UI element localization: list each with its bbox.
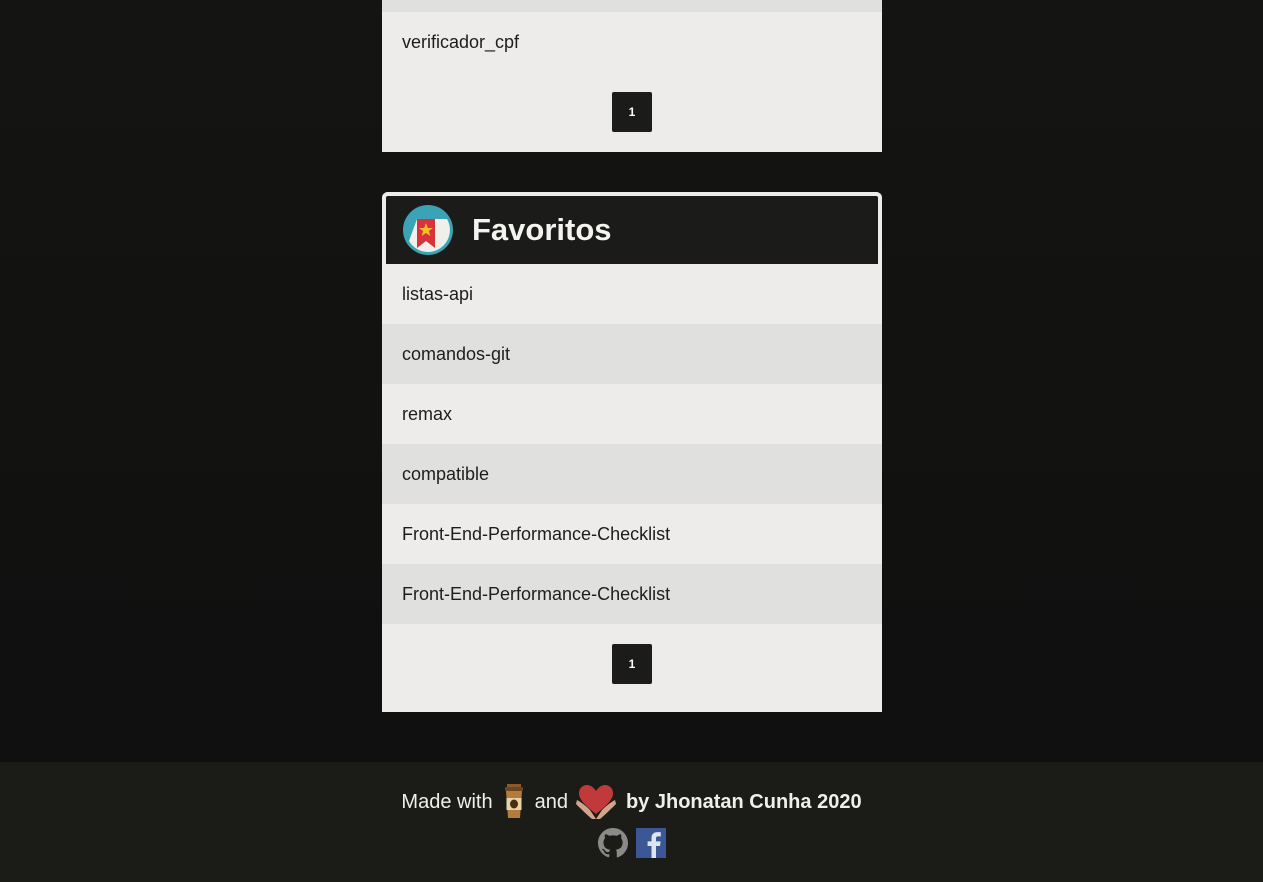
list-item[interactable]: Front-End-Performance-Checklist — [382, 564, 882, 624]
repository-name: remax — [402, 403, 453, 424]
social-links — [0, 828, 1263, 858]
favorites-header: Favoritos — [382, 192, 882, 264]
repository-name: Front-End-Performance-Checklist — [402, 523, 671, 544]
repository-name: listas-api — [402, 283, 474, 304]
author-text: by Jhonatan Cunha 2020 — [625, 790, 862, 813]
footer: Made with and by Jhonatan Cunha 2020 — [0, 762, 1263, 882]
page-button-1[interactable]: 1 — [612, 92, 652, 132]
repository-name: comandos-git — [402, 343, 511, 364]
bookmark-star-icon — [403, 205, 453, 255]
github-icon[interactable] — [597, 828, 628, 858]
list-item[interactable]: listas-api — [382, 264, 882, 324]
list-item-partial — [382, 0, 882, 12]
list-item[interactable]: comandos-git — [382, 324, 882, 384]
page-button-1[interactable]: 1 — [612, 644, 652, 684]
repository-name: Front-End-Performance-Checklist — [402, 583, 671, 604]
pagination: 1 — [382, 624, 882, 704]
coffee-cup-icon — [501, 784, 527, 820]
list-item[interactable]: verificador_cpf — [382, 12, 882, 72]
pagination: 1 — [382, 72, 882, 152]
repository-name: compatible — [402, 463, 490, 484]
repositories-panel: verificador_cpf 1 — [382, 0, 882, 152]
list-item[interactable]: compatible — [382, 444, 882, 504]
heart-hands-icon — [575, 784, 616, 820]
made-with-text: Made with — [401, 790, 493, 813]
favorites-panel: Favoritos listas-api comandos-git remax … — [382, 192, 882, 712]
list-item[interactable]: Front-End-Performance-Checklist — [382, 504, 882, 564]
and-text: and — [534, 790, 568, 813]
credits-line: Made with and by Jhonatan Cunha 2020 — [0, 784, 1263, 820]
facebook-icon[interactable] — [635, 828, 666, 858]
repository-name: verificador_cpf — [402, 31, 520, 52]
list-item[interactable]: remax — [382, 384, 882, 444]
favorites-title: Favoritos — [472, 212, 612, 247]
